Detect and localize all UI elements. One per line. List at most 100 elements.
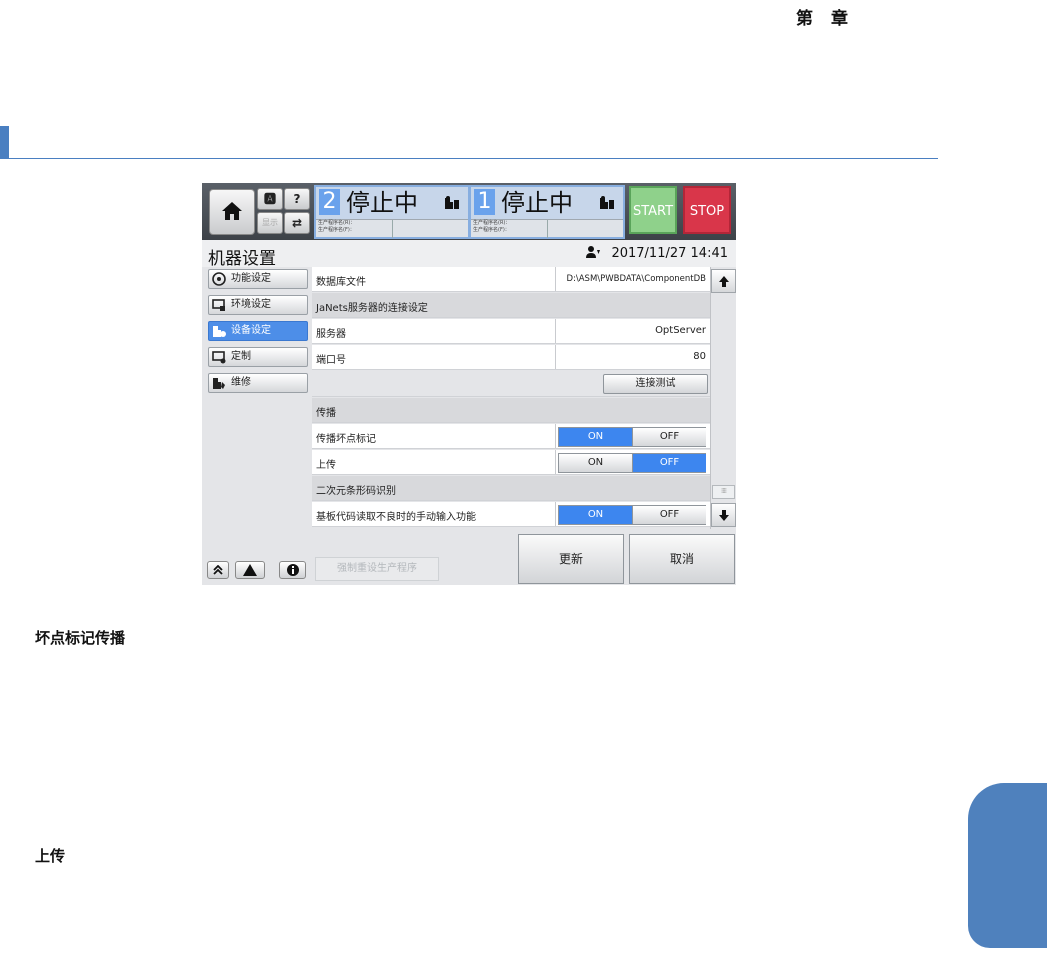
setting-label: 服务器 [316, 329, 346, 340]
lane-program-front: 生产程序名(R)： [318, 220, 356, 226]
setting-label: 数据库文件 [316, 277, 366, 288]
nav-item-customize[interactable]: 定制 [208, 347, 308, 367]
toggle-off-button[interactable]: OFF [632, 454, 706, 472]
toggle-on-button[interactable]: ON [559, 454, 632, 472]
server-field[interactable]: OptServer [655, 325, 706, 336]
title-bar: 机器设置 2017/11/27 14:41 [202, 240, 736, 269]
port-field[interactable]: 80 [693, 351, 706, 362]
stop-button[interactable]: STOP [683, 186, 731, 234]
toggle-off-button[interactable]: OFF [632, 428, 706, 446]
page-title: 机器设置 [208, 249, 276, 269]
lane-program-info: 生产程序名(R)： 生产程序名(F)： [316, 219, 468, 238]
setting-label: 传播坏点标记 [316, 434, 376, 445]
scroll-thumb[interactable]: ⁞⁞⁞⁞ [712, 485, 735, 499]
toggle-on-button[interactable]: ON [559, 428, 632, 446]
nav-item-label: 维修 [231, 377, 251, 388]
settings-row-manual-input: 基板代码读取不良时的手动输入功能 ON OFF [312, 502, 710, 527]
nav-item-label: 功能设定 [231, 273, 271, 284]
feeder-icon [445, 196, 459, 209]
scroll-down-button[interactable] [711, 503, 736, 527]
transfer-button[interactable]: ⇄ [284, 212, 310, 234]
home-icon [222, 202, 242, 220]
datetime-display: 2017/11/27 14:41 [611, 246, 728, 261]
nav-item-label: 设备设定 [231, 325, 271, 336]
update-button[interactable]: 更新 [518, 534, 624, 584]
nav-item-environment-settings[interactable]: 环境设定 [208, 295, 308, 315]
toggle-off-button[interactable]: OFF [632, 506, 706, 524]
transfer-icon: ⇄ [291, 216, 303, 230]
setting-label: 基板代码读取不良时的手动输入功能 [316, 512, 476, 523]
settings-table: 数据库文件 D:\ASM\PWBDATA\ComponentDB JaNets服… [312, 267, 710, 529]
help-button[interactable]: ? [284, 188, 310, 210]
nav-item-device-settings[interactable]: 设备设定 [208, 321, 308, 341]
collapse-toolbar-button[interactable] [207, 561, 229, 579]
manual-input-toggle: ON OFF [558, 505, 706, 525]
display-icon: 显示 [262, 218, 278, 227]
settings-row-bad-mark: 传播坏点标记 ON OFF [312, 424, 710, 449]
environment-settings-icon [212, 299, 225, 311]
lane-program-rear: 生产程序名(F)： [473, 227, 510, 233]
settings-row-port: 端口号 80 [312, 345, 710, 370]
mode-a-button[interactable]: 🅰 [257, 188, 283, 210]
group-label: JaNets服务器的连接设定 [316, 303, 428, 314]
lane-program-rear: 生产程序名(F)： [318, 227, 355, 233]
chapter-side-tab [968, 783, 1047, 948]
nav-item-maintenance[interactable]: 维修 [208, 373, 308, 393]
machine-settings-screen: 🅰 ? 显示 ⇄ 2 停止中 生产程序名(R)： 生产程序名(F)： 1 停止中… [202, 183, 736, 585]
settings-nav: 功能设定 环境设定 设备设定 定制 维修 [202, 267, 312, 585]
arrow-up-icon [719, 276, 729, 287]
home-button[interactable] [209, 189, 255, 235]
help-icon: ? [293, 192, 301, 206]
settings-scrollbar[interactable]: ⁞⁞⁞⁞ [710, 267, 736, 529]
double-chevron-up-icon [213, 565, 223, 575]
db-file-path-field[interactable]: D:\ASM\PWBDATA\ComponentDB [566, 274, 706, 284]
lane-2-status-panel[interactable]: 2 停止中 生产程序名(R)： 生产程序名(F)： [314, 185, 470, 239]
lane-program-front: 生产程序名(R)： [473, 220, 511, 226]
cancel-button[interactable]: 取消 [629, 534, 735, 584]
settings-row-db-file: 数据库文件 D:\ASM\PWBDATA\ComponentDB [312, 267, 710, 292]
setting-label: 上传 [316, 460, 336, 471]
feeder-icon [600, 196, 614, 209]
settings-row-upload: 上传 ON OFF [312, 450, 710, 475]
settings-row-connection-test: 连接测试 [312, 371, 710, 397]
settings-group-barcode: 二次元条形码识别 [312, 476, 710, 501]
settings-group-janets: JaNets服务器的连接设定 [312, 293, 710, 318]
settings-group-propagation: 传播 [312, 398, 710, 423]
nav-item-function-settings[interactable]: 功能设定 [208, 269, 308, 289]
mode-a-icon: 🅰 [263, 192, 276, 206]
chapter-label-left: 第 [796, 9, 815, 29]
lane-program-info: 生产程序名(R)： 生产程序名(F)： [471, 219, 623, 238]
start-button[interactable]: START [629, 186, 677, 234]
lane-1-status-panel[interactable]: 1 停止中 生产程序名(R)： 生产程序名(F)： [469, 185, 625, 239]
bad-mark-toggle: ON OFF [558, 427, 706, 447]
maintenance-icon [213, 378, 225, 389]
settings-row-server: 服务器 OptServer [312, 319, 710, 344]
customize-icon [212, 351, 226, 364]
display-button[interactable]: 显示 [257, 212, 283, 234]
scroll-up-button[interactable] [711, 269, 736, 293]
info-button[interactable] [279, 561, 306, 579]
lane-status-text: 停止中 [346, 189, 418, 217]
toggle-on-button[interactable]: ON [559, 506, 632, 524]
warning-icon [243, 564, 257, 576]
header-accent-bar [0, 126, 9, 159]
top-toolbar: 🅰 ? 显示 ⇄ 2 停止中 生产程序名(R)： 生产程序名(F)： 1 停止中… [202, 183, 736, 240]
warning-button[interactable] [235, 561, 265, 579]
lane-number: 2 [319, 189, 340, 215]
user-icon [586, 246, 600, 258]
force-reset-program-button[interactable]: 强制重设生产程序 [315, 557, 439, 581]
lane-status-text: 停止中 [501, 189, 573, 217]
nav-item-label: 环境设定 [231, 299, 271, 310]
connection-test-button[interactable]: 连接测试 [603, 374, 708, 394]
setting-label: 端口号 [316, 355, 346, 366]
device-settings-icon [213, 326, 226, 337]
group-label: 传播 [316, 408, 336, 419]
section-heading-bad-mark: 坏点标记传播 [35, 629, 126, 647]
lane-number: 1 [474, 189, 495, 215]
nav-item-label: 定制 [231, 351, 251, 362]
group-label: 二次元条形码识别 [316, 486, 396, 497]
section-heading-upload: 上传 [35, 847, 66, 865]
arrow-down-icon [719, 510, 729, 521]
info-icon [286, 564, 299, 576]
header-rule [9, 158, 938, 159]
